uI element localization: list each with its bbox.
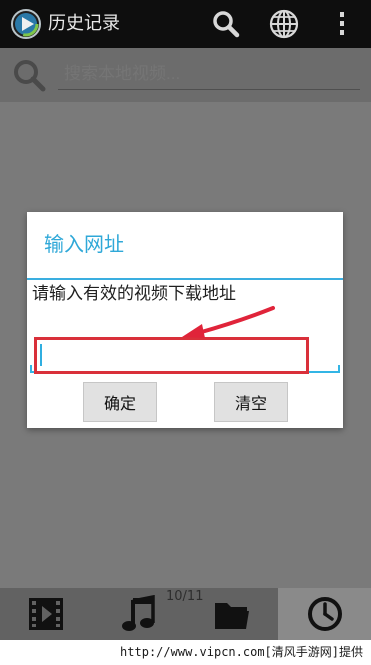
search-bar [0,48,371,102]
video-film-icon [29,598,63,630]
watermark-text: http://www.vipcn.com[清风手游网]提供 [0,640,371,665]
search-icon [14,60,46,92]
folder-icon [214,603,249,629]
music-note-icon [121,595,155,631]
dialog-divider [27,278,343,280]
highlight-box [34,337,309,374]
input-underline-right [338,365,340,372]
action-bar: 历史记录 [0,0,371,48]
search-icon [213,11,240,38]
overflow-menu-icon [340,12,344,35]
overflow-menu-button[interactable] [322,4,362,44]
clear-button[interactable]: 清空 [214,382,288,422]
globe-button[interactable] [264,4,304,44]
page-indicator: 10/11 [166,589,204,604]
search-button[interactable] [206,4,246,44]
tab-videos[interactable] [0,588,92,640]
tab-history[interactable] [278,588,371,640]
globe-icon [269,9,299,39]
confirm-button[interactable]: 确定 [83,382,157,422]
dialog-message: 请输入有效的视频下载地址 [32,284,236,304]
dialog-title: 输入网址 [44,232,124,256]
history-clock-icon [307,597,342,631]
page-title: 历史记录 [48,13,120,34]
media-player-logo-icon[interactable] [10,8,42,40]
pointer-arrow-icon [182,306,275,338]
search-input[interactable] [58,58,360,90]
